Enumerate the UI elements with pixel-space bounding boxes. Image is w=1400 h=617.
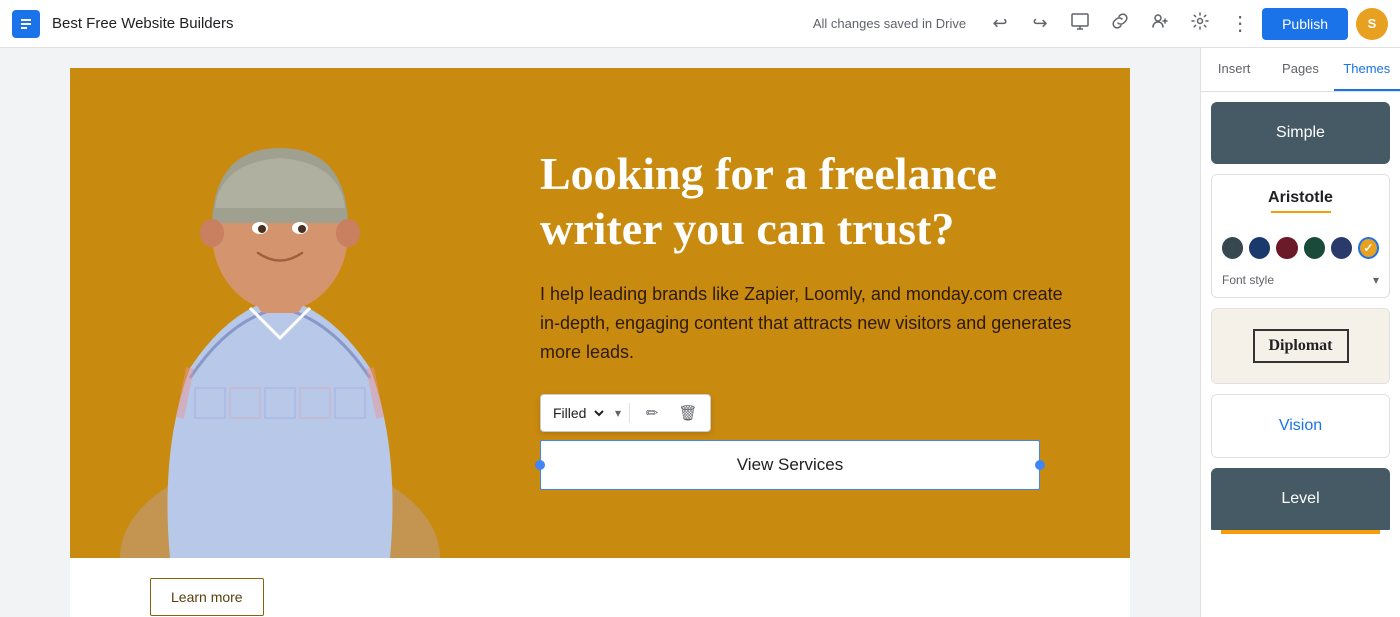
learn-more-button[interactable]: Learn more bbox=[150, 578, 264, 616]
right-panel: Insert Pages Themes Simple Aristotle bbox=[1200, 48, 1400, 617]
tab-pages[interactable]: Pages bbox=[1267, 48, 1333, 91]
hero-body: I help leading brands like Zapier, Looml… bbox=[540, 280, 1080, 366]
edit-button-style-button[interactable]: ✏ bbox=[638, 399, 666, 427]
toolbar: Best Free Website Builders All changes s… bbox=[0, 0, 1400, 48]
save-status: All changes saved in Drive bbox=[813, 16, 966, 31]
delete-button-element-button[interactable]: 🗑 bbox=[674, 399, 702, 427]
tab-themes[interactable]: Themes bbox=[1334, 48, 1400, 91]
theme-item-simple[interactable]: Simple bbox=[1211, 102, 1390, 164]
person-illustration bbox=[90, 68, 470, 558]
theme-item-aristotle[interactable]: Aristotle ✓ Font style ▾ bbox=[1211, 174, 1390, 298]
hero-section: Looking for a freelance writer you can t… bbox=[70, 68, 1130, 558]
view-services-button[interactable]: View Services bbox=[540, 440, 1040, 490]
color-swatch-1[interactable] bbox=[1222, 237, 1243, 259]
app-logo bbox=[12, 10, 40, 38]
chevron-down-icon: ▾ bbox=[615, 406, 621, 420]
redo-button[interactable]: ↪ bbox=[1022, 6, 1058, 42]
main-area: Looking for a freelance writer you can t… bbox=[0, 48, 1400, 617]
canvas-area: Looking for a freelance writer you can t… bbox=[0, 48, 1200, 617]
selection-handle-left bbox=[535, 460, 545, 470]
font-style-label: Font style bbox=[1222, 273, 1274, 287]
selection-handle-right bbox=[1035, 460, 1045, 470]
theme-item-vision[interactable]: Vision bbox=[1211, 394, 1390, 458]
level-bar bbox=[1221, 530, 1380, 534]
color-swatch-2[interactable] bbox=[1249, 237, 1270, 259]
more-options-button[interactable]: ⋮ bbox=[1222, 6, 1258, 42]
hero-heading: Looking for a freelance writer you can t… bbox=[540, 146, 1080, 256]
view-services-container: View Services bbox=[540, 440, 1040, 490]
check-icon: ✓ bbox=[1363, 241, 1373, 255]
color-swatch-5[interactable] bbox=[1331, 237, 1352, 259]
panel-content: Simple Aristotle ✓ bbox=[1201, 92, 1400, 617]
more-vert-icon: ⋮ bbox=[1230, 11, 1250, 36]
settings-button[interactable] bbox=[1182, 6, 1218, 42]
diplomat-label: Diplomat bbox=[1253, 329, 1349, 363]
theme-level-label: Level bbox=[1211, 468, 1390, 530]
undo-icon: ↩ bbox=[993, 13, 1008, 34]
aristotle-underline bbox=[1271, 211, 1331, 213]
preview-button[interactable] bbox=[1062, 6, 1098, 42]
color-swatch-4[interactable] bbox=[1304, 237, 1325, 259]
theme-vision-label: Vision bbox=[1212, 395, 1389, 457]
link-icon bbox=[1110, 11, 1130, 36]
toolbar-separator bbox=[629, 403, 630, 423]
theme-aristotle-display: Aristotle bbox=[1212, 175, 1389, 229]
pencil-icon: ✏ bbox=[646, 404, 659, 422]
button-style-select[interactable]: Filled bbox=[549, 404, 607, 422]
add-collaborator-button[interactable] bbox=[1142, 6, 1178, 42]
font-style-row: Font style ▾ bbox=[1212, 267, 1389, 297]
color-swatch-3[interactable] bbox=[1276, 237, 1297, 259]
hero-content: Looking for a freelance writer you can t… bbox=[510, 68, 1130, 558]
trash-icon: 🗑 bbox=[679, 404, 698, 422]
theme-item-level[interactable]: Level bbox=[1211, 468, 1390, 534]
learn-more-section: Learn more bbox=[70, 558, 1130, 617]
color-swatch-6-selected[interactable]: ✓ bbox=[1358, 237, 1379, 259]
toolbar-actions: ↩ ↪ bbox=[982, 6, 1388, 42]
tab-insert[interactable]: Insert bbox=[1201, 48, 1267, 91]
avatar[interactable]: S bbox=[1356, 8, 1388, 40]
add-person-icon bbox=[1150, 11, 1170, 36]
publish-button[interactable]: Publish bbox=[1262, 8, 1348, 40]
font-style-chevron[interactable]: ▾ bbox=[1373, 273, 1379, 287]
theme-aristotle-title: Aristotle bbox=[1222, 189, 1379, 207]
preview-icon bbox=[1070, 11, 1090, 36]
undo-button[interactable]: ↩ bbox=[982, 6, 1018, 42]
hero-image bbox=[70, 68, 510, 558]
color-swatches: ✓ bbox=[1212, 229, 1389, 267]
gear-icon bbox=[1190, 11, 1210, 36]
theme-item-diplomat[interactable]: Diplomat bbox=[1211, 308, 1390, 384]
panel-tabs: Insert Pages Themes bbox=[1201, 48, 1400, 92]
page-canvas: Looking for a freelance writer you can t… bbox=[70, 68, 1130, 617]
button-editor-toolbar: Filled ▾ ✏ 🗑 bbox=[540, 394, 711, 432]
redo-icon: ↪ bbox=[1033, 13, 1048, 34]
theme-simple-label: Simple bbox=[1211, 102, 1390, 164]
document-title[interactable]: Best Free Website Builders bbox=[52, 15, 805, 32]
theme-diplomat-display: Diplomat bbox=[1212, 309, 1389, 383]
link-button[interactable] bbox=[1102, 6, 1138, 42]
